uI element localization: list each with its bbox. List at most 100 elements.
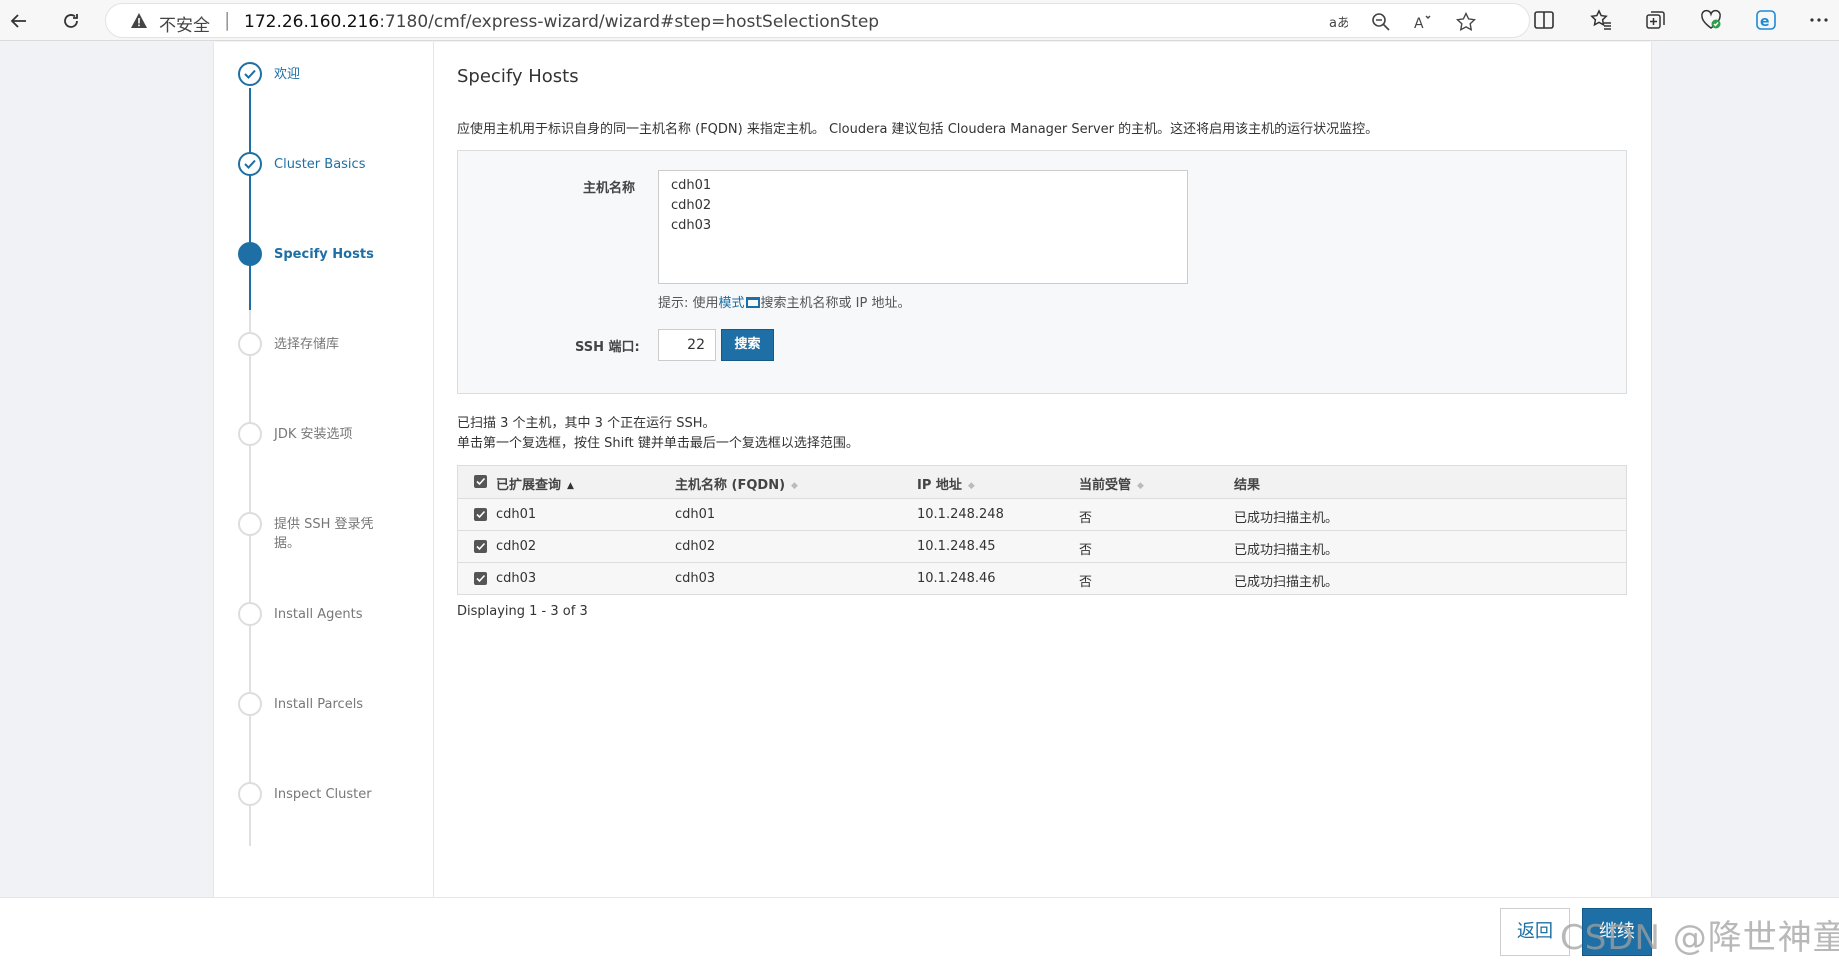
cell-expanded: cdh03 [496,571,537,586]
cell-result: 已成功扫描主机。 [1234,511,1339,526]
col-fqdn-label: 主机名称 (FQDN) [675,478,786,493]
sort-icon: ◆ [967,481,975,491]
warning-icon [131,13,147,28]
step-label: Cluster Basics [274,157,366,172]
zoom-icon[interactable] [1371,12,1391,32]
cell-expanded: cdh02 [496,539,537,554]
col-ip[interactable]: IP 地址 ◆ [917,474,975,493]
url-text[interactable]: 172.26.160.216:7180/cmf/express-wizard/w… [244,12,879,32]
step-label: 提供 SSH 登录凭据。 [274,517,374,551]
sort-icon: ◆ [791,481,798,491]
cell-fqdn: cdh02 [675,539,716,554]
translate-icon[interactable]: aあ [1328,12,1348,32]
scan-result-text: 已扫描 3 个主机，其中 3 个正在运行 SSH。 [457,416,716,431]
read-aloud-icon[interactable]: A [1413,12,1433,32]
row-checkbox[interactable] [474,572,487,585]
row-checkbox[interactable] [474,508,487,521]
current-step-dot-icon [238,242,262,266]
step-label: JDK 安装选项 [274,427,353,442]
col-expanded-query[interactable]: 已扩展查询 ▲ [496,474,574,493]
browser-essentials-icon[interactable] [1700,9,1722,31]
hostname-textarea[interactable]: cdh01 cdh02 cdh03 [658,170,1188,284]
col-managed-label: 当前受管 [1079,478,1132,493]
col-managed[interactable]: 当前受管 ◆ [1079,474,1144,493]
hostname-label: 主机名称 [583,181,636,196]
cell-managed: 否 [1079,543,1093,558]
pending-step-circle-icon [238,692,262,716]
table-row: cdh02 cdh02 10.1.248.45 否 已成功扫描主机。 [458,530,1626,562]
step-label: 选择存储库 [274,337,340,352]
col-result: 结果 [1234,478,1261,493]
edge-e-icon[interactable]: e [1755,9,1777,31]
cell-result: 已成功扫描主机。 [1234,543,1339,558]
col-ip-label: IP 地址 [917,478,962,493]
favorite-star-icon[interactable] [1456,12,1476,32]
pattern-link[interactable]: 模式 [719,296,745,311]
page-title: Specify Hosts [457,66,579,87]
pending-step-circle-icon [238,512,262,536]
refresh-icon[interactable] [56,6,86,36]
check-icon [238,62,262,86]
table-row: cdh01 cdh01 10.1.248.248 否 已成功扫描主机。 [458,498,1626,530]
scan-summary: 已扫描 3 个主机，其中 3 个正在运行 SSH。 单击第一个复选框，按住 Sh… [457,414,859,454]
pending-step-circle-icon [238,422,262,446]
cell-ip: 10.1.248.248 [917,507,1004,522]
cell-ip: 10.1.248.46 [917,571,996,586]
cell-managed: 否 [1079,575,1093,590]
table-row: cdh03 cdh03 10.1.248.46 否 已成功扫描主机。 [458,562,1626,594]
cell-fqdn: cdh01 [675,507,716,522]
watermark: CSDN @降世神童 [1560,918,1839,958]
more-menu-icon[interactable] [1808,9,1830,31]
col-fqdn[interactable]: 主机名称 (FQDN) ◆ [675,474,798,493]
step-label: 欢迎 [274,67,301,82]
step-connector-done [249,88,251,310]
collections-icon[interactable] [1645,9,1667,31]
hosts-table: 已扩展查询 ▲ 主机名称 (FQDN) ◆ IP 地址 ◆ 当前受管 ◆ 结果 cdh0… [457,465,1627,595]
wizard-steps-sidebar: 欢迎 Cluster Basics Specify Hosts 选择存储库 JD… [214,42,434,897]
back-arrow-icon[interactable] [4,6,34,36]
svg-text:e: e [1760,14,1770,30]
hint-suffix: 搜索主机名称或 IP 地址。 [760,296,911,311]
cell-managed: 否 [1079,511,1093,526]
search-button[interactable]: 搜索 [721,329,774,361]
pending-step-circle-icon [238,332,262,356]
cell-ip: 10.1.248.45 [917,539,996,554]
pending-step-circle-icon [238,782,262,806]
ssh-port-label: SSH 端口: [575,340,640,355]
split-screen-icon[interactable] [1533,9,1555,31]
url-host: 172.26.160.216 [244,12,380,32]
address-separator: | [224,9,231,31]
hint-prefix: 提示: 使用 [658,296,719,311]
search-hint: 提示: 使用模式 搜索主机名称或 IP 地址。 [658,292,910,311]
wizard-footer: 返回 继续 CSDN @降世神童 [0,897,1839,965]
select-all-checkbox[interactable] [474,475,487,488]
col-expanded-query-label: 已扩展查询 [496,478,562,493]
ssh-port-input[interactable]: 22 [658,329,716,361]
step-connector-pending [249,310,251,846]
window-icon [745,297,760,308]
row-checkbox[interactable] [474,540,487,553]
table-header: 已扩展查询 ▲ 主机名称 (FQDN) ◆ IP 地址 ◆ 当前受管 ◆ 结果 [458,466,1626,498]
host-search-form: 主机名称 cdh01 cdh02 cdh03 提示: 使用模式 搜索主机名称或 I… [457,150,1627,394]
step-label: Inspect Cluster [274,787,372,802]
cell-expanded: cdh01 [496,507,537,522]
favorites-icon[interactable] [1590,9,1612,31]
cell-result: 已成功扫描主机。 [1234,575,1339,590]
insecure-label: 不安全 [159,16,210,36]
step-label: Install Parcels [274,697,364,712]
wizard-page: 欢迎 Cluster Basics Specify Hosts 选择存储库 JD… [213,42,1652,897]
step-label: Install Agents [274,607,363,622]
step-label: Specify Hosts [274,247,374,262]
check-icon [238,152,262,176]
pagination-info: Displaying 1 - 3 of 3 [457,604,588,619]
page-description: 应使用主机用于标识自身的同一主机名称 (FQDN) 来指定主机。 Clouder… [457,122,1379,137]
sort-icon: ◆ [1137,481,1144,491]
url-path: :7180/cmf/express-wizard/wizard#step=hos… [379,12,880,32]
range-select-hint: 单击第一个复选框，按住 Shift 键并单击最后一个复选框以选择范围。 [457,436,859,451]
pending-step-circle-icon [238,602,262,626]
svg-text:A: A [1414,16,1424,32]
browser-toolbar: 不安全 | 172.26.160.216:7180/cmf/express-wi… [0,0,1839,41]
sort-asc-icon: ▲ [567,481,574,491]
cell-fqdn: cdh03 [675,571,716,586]
address-bar[interactable]: 不安全 | 172.26.160.216:7180/cmf/express-wi… [105,3,1530,38]
